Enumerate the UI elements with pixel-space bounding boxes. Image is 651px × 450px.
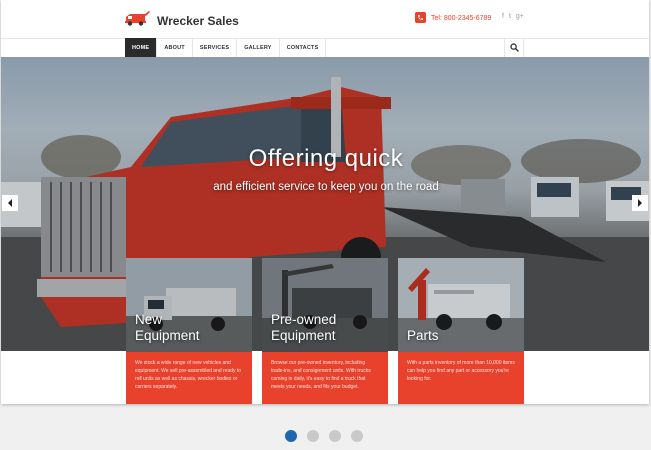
slider-prev-button[interactable] — [2, 195, 18, 211]
card-parts[interactable]: Parts With a parts inventory of more tha… — [398, 258, 524, 404]
slider-dot[interactable] — [329, 430, 341, 442]
hero-subtitle: and efficient service to keep you on the… — [213, 181, 439, 193]
card-title-line-1: Pre-owned — [271, 312, 337, 327]
logo[interactable]: Wrecker Sales — [125, 10, 239, 31]
site-header: Wrecker Sales Tel: 800-2345-6789 f t g+ — [1, 0, 649, 38]
card-new-equipment[interactable]: New Equipment We stock a wide range of n… — [126, 258, 252, 404]
twitter-icon[interactable]: t — [509, 13, 511, 20]
nav-item-services[interactable]: Services — [193, 38, 238, 58]
nav-item-contacts[interactable]: Contacts — [280, 38, 327, 58]
social-links: f t g+ — [502, 13, 524, 20]
slider-pagination — [285, 430, 363, 442]
card-title: Pre-owned Equipment — [271, 312, 336, 344]
card-title: New Equipment — [135, 312, 200, 344]
nav-item-gallery[interactable]: Gallery — [237, 38, 280, 58]
slider-dot[interactable] — [351, 430, 363, 442]
slider-next-button[interactable] — [632, 195, 648, 211]
phone-text: Tel: 800-2345-6789 — [431, 15, 492, 22]
search-icon — [509, 39, 519, 57]
chevron-right-icon — [637, 194, 643, 212]
main-nav: Home About Services Gallery Contacts — [125, 38, 327, 58]
nav-item-home[interactable]: Home — [125, 38, 158, 58]
card-title-line-1: Parts — [407, 328, 439, 343]
card-title: Parts — [407, 328, 439, 344]
card-text: Browse our pre-owned inventory, includin… — [262, 352, 388, 404]
google-plus-icon[interactable]: g+ — [516, 13, 524, 20]
card-title-line-2: Equipment — [135, 328, 200, 343]
card-pre-owned-equipment[interactable]: Pre-owned Equipment Browse our pre-owned… — [262, 258, 388, 404]
card-title-line-1: New — [135, 312, 163, 327]
chevron-left-icon — [7, 194, 13, 212]
phone-icon — [415, 12, 426, 25]
hero-title: Offering quick — [248, 145, 404, 172]
site-frame: Wrecker Sales Tel: 800-2345-6789 f t g+ … — [1, 0, 649, 404]
nav-item-about[interactable]: About — [157, 38, 193, 58]
facebook-icon[interactable]: f — [502, 13, 504, 20]
brand-name: Wrecker Sales — [157, 13, 239, 28]
navbar: Home About Services Gallery Contacts — [1, 38, 649, 58]
tow-truck-logo-icon — [125, 10, 151, 31]
card-text: With a parts inventory of more than 10,0… — [398, 352, 524, 404]
page: Wrecker Sales Tel: 800-2345-6789 f t g+ … — [0, 0, 651, 450]
search-button[interactable] — [504, 38, 524, 58]
phone-number[interactable]: Tel: 800-2345-6789 — [415, 12, 491, 25]
card-text: We stock a wide range of new vehicles an… — [126, 352, 252, 404]
card-title-line-2: Equipment — [271, 328, 336, 343]
slider-dot[interactable] — [285, 430, 297, 442]
slider-dot[interactable] — [307, 430, 319, 442]
